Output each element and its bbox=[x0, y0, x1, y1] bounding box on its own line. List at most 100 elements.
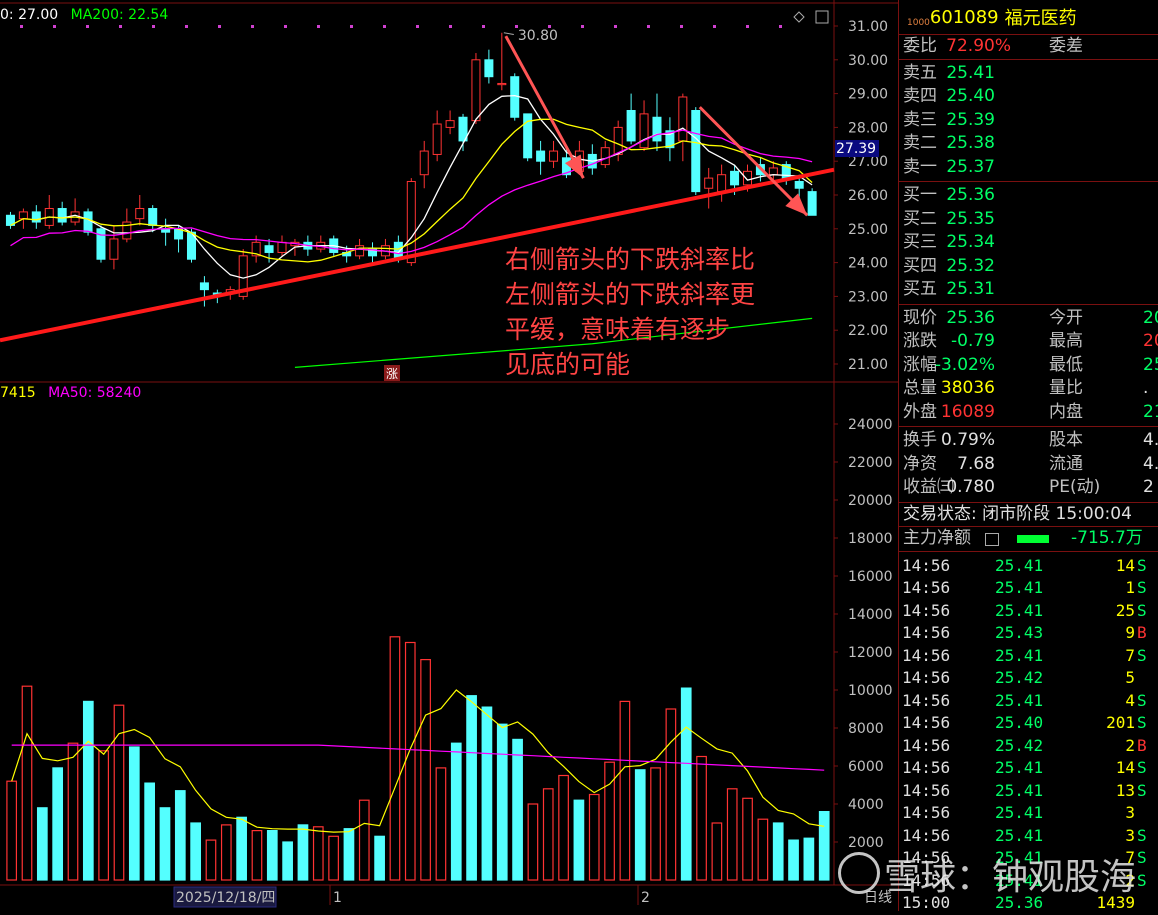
tick-price: 25.42 bbox=[995, 668, 1044, 687]
volume-bar bbox=[144, 782, 155, 881]
volume-tick-label: 12000 bbox=[848, 645, 893, 661]
quote-row: 涨跌 -0.79 最高 20 bbox=[899, 330, 1158, 354]
candle-body bbox=[536, 150, 546, 162]
fund-label-2: 流通 bbox=[1049, 453, 1083, 474]
tick-direction: B bbox=[1137, 735, 1147, 755]
candle-body bbox=[691, 110, 701, 193]
main-flow-row[interactable]: 主力净额 -715.7万 bbox=[899, 527, 1158, 552]
quote-label-2: 今开 bbox=[1049, 307, 1083, 328]
candle-body bbox=[549, 150, 559, 162]
marker-dot bbox=[713, 25, 716, 28]
ask-price: 25.41 bbox=[946, 62, 995, 83]
candle-body bbox=[678, 96, 688, 142]
volume-tick-label: 18000 bbox=[848, 531, 893, 547]
volume-tick-label: 4000 bbox=[848, 797, 884, 813]
ma-legend-volume: 7415 MA50: 58240 bbox=[0, 385, 141, 401]
tick-time: 14:56 bbox=[902, 780, 951, 800]
tick-price: 25.43 bbox=[995, 623, 1044, 642]
tick-volume: 9 bbox=[1125, 623, 1135, 642]
fund-value: 0.780 bbox=[946, 477, 995, 497]
volume-bar bbox=[558, 774, 569, 881]
tick-volume: 5 bbox=[1125, 668, 1135, 687]
candle-body bbox=[613, 126, 623, 155]
tick-direction: S bbox=[1137, 555, 1147, 575]
bid-label: 买四 bbox=[903, 255, 937, 276]
volume-bar bbox=[98, 750, 110, 881]
tick-time: 14:56 bbox=[902, 668, 951, 687]
weicha-label: 委差 bbox=[1049, 36, 1083, 56]
candle-body bbox=[639, 113, 649, 149]
tick-volume: 1 bbox=[1125, 578, 1135, 597]
candle-body bbox=[199, 282, 209, 291]
tick-price: 25.41 bbox=[995, 600, 1044, 620]
volume-bar bbox=[573, 799, 585, 881]
candle-body bbox=[148, 208, 158, 226]
tick-direction: S bbox=[1137, 758, 1147, 777]
month-label-2: 2 bbox=[641, 890, 650, 906]
ask-label: 卖二 bbox=[903, 133, 937, 153]
ma200-value: 22.54 bbox=[128, 7, 169, 23]
candle-body bbox=[419, 150, 429, 176]
tick-direction: S bbox=[1137, 713, 1147, 732]
tick-row: 14:56 25.41 25 S bbox=[899, 600, 1158, 623]
date-label: 2025/12/18/四 bbox=[176, 890, 275, 906]
kline-chart[interactable]: 31.00 30.00 29.00 28.00 27.00 26.00 25.00 24.00… bbox=[0, 0, 898, 911]
volume-tick-label: 16000 bbox=[848, 569, 893, 585]
volume-bar bbox=[481, 706, 493, 881]
ask-label: 卖三 bbox=[903, 109, 937, 130]
quote-label-2: 内盘 bbox=[1049, 401, 1083, 422]
stock-header[interactable]: 1000 601089 福元医药 bbox=[899, 0, 1158, 35]
ask-row: 卖三 25.39 bbox=[899, 109, 1158, 133]
volume-tick-label: 20000 bbox=[848, 493, 893, 509]
marker-dot bbox=[317, 25, 320, 28]
volume-tick-label: 22000 bbox=[848, 455, 893, 471]
ma50-label: MA50: bbox=[48, 385, 97, 401]
stock-name: 福元医药 bbox=[1004, 8, 1077, 29]
marker-dot bbox=[449, 25, 452, 28]
fund-value-2: 2 bbox=[1143, 477, 1154, 497]
volume-bar bbox=[680, 687, 692, 881]
ask-price: 25.40 bbox=[946, 86, 995, 106]
weibi-row: 委比 72.90% 委差 bbox=[899, 35, 1158, 60]
ma50-value: 58240 bbox=[96, 385, 142, 401]
month-label-1: 1 bbox=[333, 890, 342, 906]
tick-volume: 7 bbox=[1125, 645, 1135, 665]
tick-direction: S bbox=[1137, 578, 1147, 597]
ask-price: 25.38 bbox=[946, 133, 995, 153]
tick-volume: 25 bbox=[1115, 600, 1135, 620]
volume-bar bbox=[711, 822, 723, 881]
tick-time: 14:56 bbox=[902, 555, 951, 575]
tick-direction: S bbox=[1137, 600, 1147, 620]
tick-direction: S bbox=[1137, 825, 1147, 845]
bid-book: 买一 25.36 买二 25.35 买三 25.34 买四 25.32 买五 25.31 bbox=[899, 182, 1158, 305]
fund-label-2: 股本 bbox=[1049, 430, 1083, 450]
tick-time: 14:56 bbox=[902, 623, 951, 642]
tick-row: 14:56 25.42 2 B bbox=[899, 735, 1158, 758]
bid-price: 25.31 bbox=[946, 279, 995, 299]
tick-price: 25.41 bbox=[995, 690, 1044, 710]
candle-body bbox=[704, 177, 714, 189]
volume-bar bbox=[496, 723, 508, 881]
quote-value: 16089 bbox=[940, 401, 995, 422]
candle-body bbox=[730, 170, 740, 186]
price-tick-label: 25.00 bbox=[848, 222, 888, 238]
candle-body bbox=[807, 191, 817, 216]
volume-bar bbox=[6, 780, 18, 881]
candle-body bbox=[109, 238, 119, 260]
volume-bar bbox=[52, 767, 64, 881]
volume-bar bbox=[251, 829, 263, 881]
candle-body bbox=[484, 59, 494, 78]
volume-bar bbox=[328, 835, 339, 881]
bid-row: 买二 25.35 bbox=[899, 208, 1158, 232]
bid-label: 买一 bbox=[903, 185, 937, 205]
candle-body bbox=[768, 167, 778, 176]
tick-price: 25.41 bbox=[995, 780, 1044, 800]
watermark: 雪球：钟观股海 bbox=[838, 848, 1136, 900]
list-icon[interactable] bbox=[985, 533, 999, 546]
tick-price: 25.41 bbox=[995, 645, 1044, 665]
marker-dot bbox=[119, 25, 122, 28]
volume-bar bbox=[190, 822, 201, 881]
quote-label: 现价 bbox=[903, 307, 937, 328]
candle-body bbox=[355, 245, 365, 257]
quote-row: 涨幅-3.02% 最低 25 bbox=[899, 354, 1158, 378]
